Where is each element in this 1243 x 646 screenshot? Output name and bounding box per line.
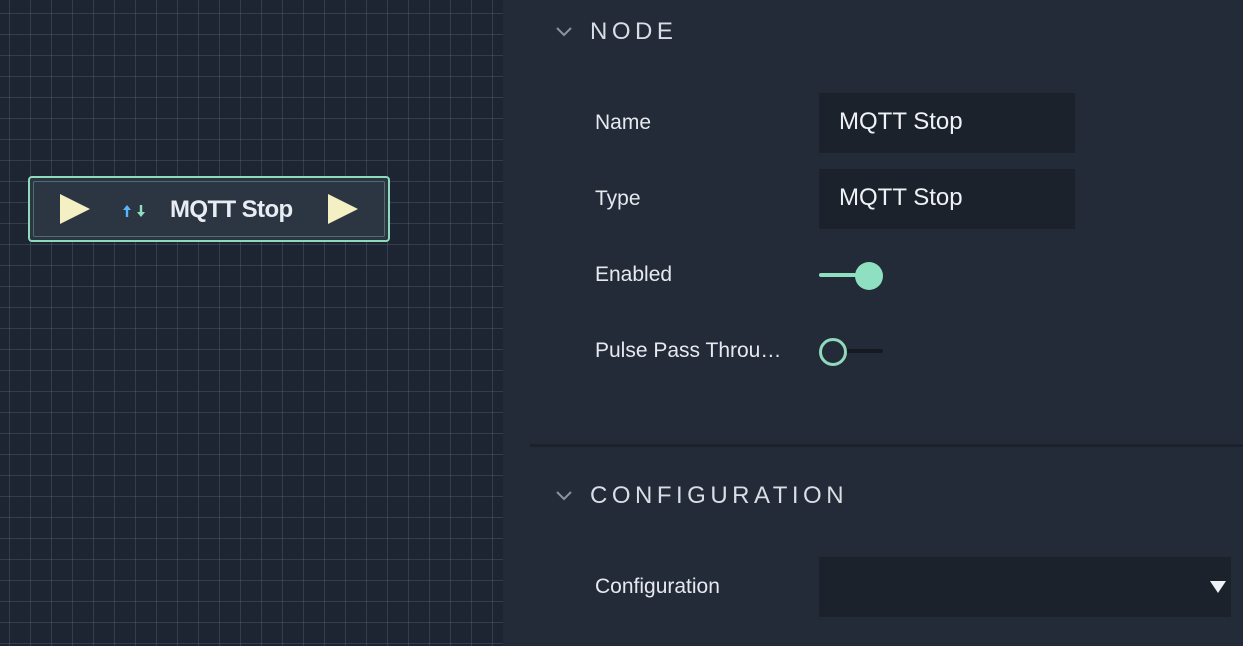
mqtt-arrows-icon [123,205,145,217]
canvas-edge [503,0,515,646]
pulse-pass-through-toggle[interactable] [819,337,883,366]
chevron-down-icon[interactable] [555,490,573,502]
chevron-down-icon[interactable] [555,26,573,38]
pulse-input-icon[interactable] [60,194,90,224]
app-root: MQTT Stop NODE Name MQTT Stop Type MQTT … [0,0,1243,646]
configuration-section-header[interactable]: CONFIGURATION [515,478,1243,518]
configuration-label: Configuration [595,575,720,598]
type-field[interactable]: MQTT Stop [819,169,1075,229]
enabled-label: Enabled [595,263,673,286]
mqtt-stop-node[interactable]: MQTT Stop [28,176,390,242]
toggle-knob[interactable] [819,338,847,366]
configuration-select[interactable] [819,557,1231,617]
graph-canvas[interactable]: MQTT Stop [0,0,515,646]
node-section-header[interactable]: NODE [515,14,1243,54]
configuration-section-title: CONFIGURATION [590,482,849,509]
properties-panel: NODE Name MQTT Stop Type MQTT Stop Enabl… [515,0,1243,646]
pulse-pass-through-label: Pulse Pass Throu… [595,339,782,362]
node-title: MQTT Stop [170,196,293,223]
dropdown-arrow-icon[interactable] [1210,581,1226,593]
name-label: Name [595,111,652,134]
type-label: Type [595,187,641,210]
toggle-knob[interactable] [855,262,883,290]
node-section-title: NODE [590,18,678,45]
pulse-output-icon[interactable] [328,194,358,224]
name-field[interactable]: MQTT Stop [819,93,1075,153]
section-divider [530,444,1243,447]
enabled-toggle[interactable] [819,261,883,290]
